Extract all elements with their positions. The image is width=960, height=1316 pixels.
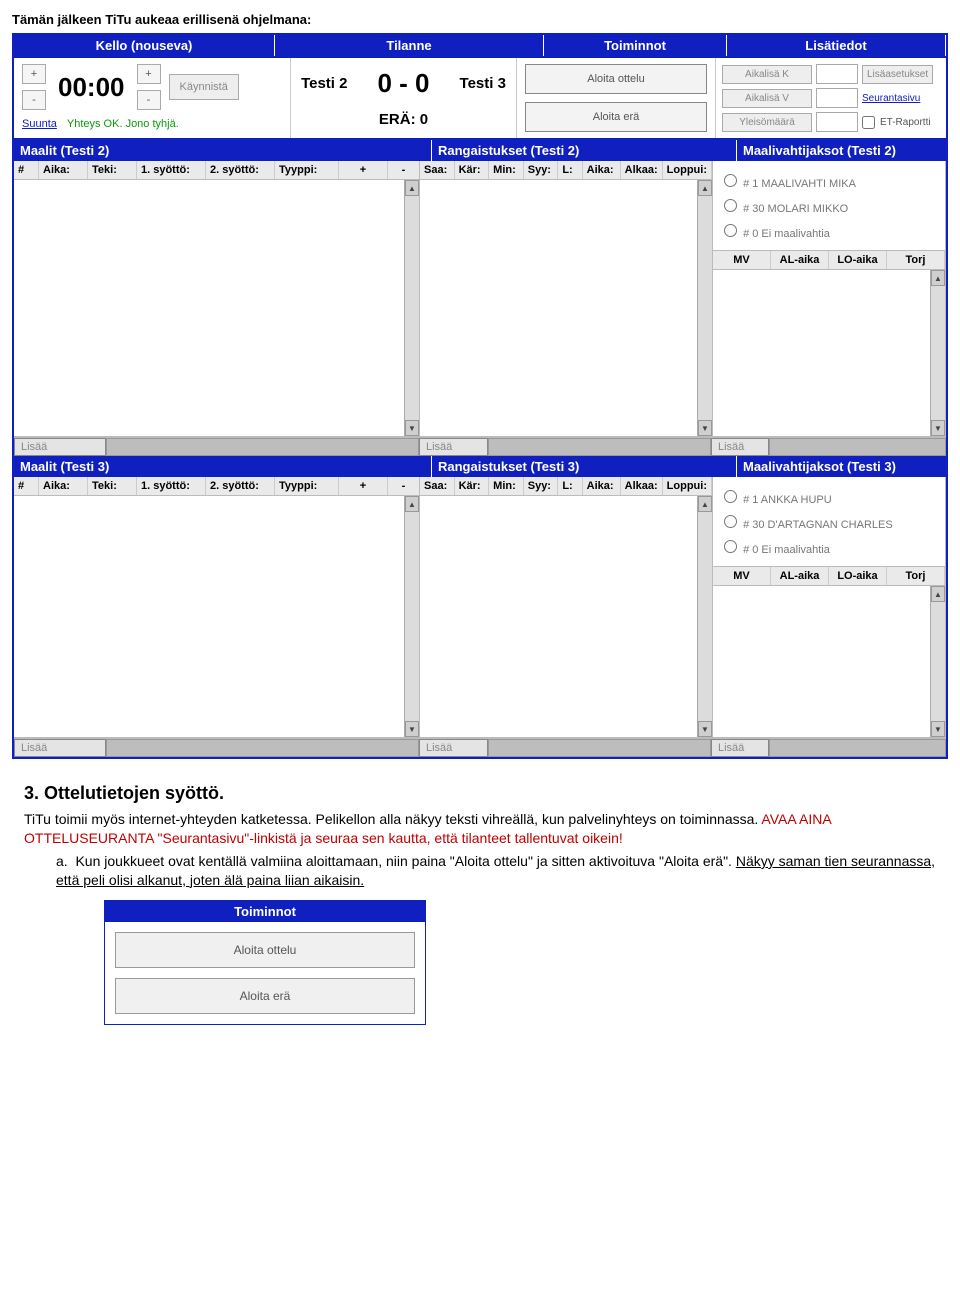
section-3-paragraph: TiTu toimii myös internet-yhteyden katke… xyxy=(24,810,936,848)
scrollbar[interactable]: ▲▼ xyxy=(697,180,712,436)
add-goal-team2-button[interactable]: Lisää xyxy=(14,438,106,456)
clock-panel: + - 00:00 + - Käynnistä Suunta Yhteys OK… xyxy=(14,58,291,138)
attendance-button[interactable]: Yleisömäärä xyxy=(722,113,812,132)
connection-status: Yhteys OK. Jono tyhjä. xyxy=(67,118,179,130)
scrollbar[interactable]: ▲▼ xyxy=(930,270,945,436)
tracking-link[interactable]: Seurantasivu xyxy=(862,93,920,104)
gk-title-team2: Maalivahtijaksot (Testi 2) xyxy=(737,140,946,161)
gk-option[interactable]: # 1 ANKKA HUPU xyxy=(719,487,939,506)
second-minus-button[interactable]: - xyxy=(137,90,161,110)
start-period-button[interactable]: Aloita erä xyxy=(525,102,707,132)
direction-link[interactable]: Suunta xyxy=(22,118,57,130)
attendance-value[interactable] xyxy=(816,112,858,132)
add-gk-team3-button[interactable]: Lisää xyxy=(711,739,769,757)
sub-item-a: a. Kun joukkueet ovat kentällä valmiina … xyxy=(56,852,936,890)
penalties-grid-team3: Saa: Kär: Min: Syy: L: Aika: Alkaa: Lopp… xyxy=(420,477,713,737)
scrollbar[interactable]: ▲▼ xyxy=(404,496,419,737)
penalties-grid-team2: Saa: Kär: Min: Syy: L: Aika: Alkaa: Lopp… xyxy=(420,161,713,436)
add-goal-team3-button[interactable]: Lisää xyxy=(14,739,106,757)
gk-grid-team3: # 1 ANKKA HUPU # 30 D'ARTAGNAN CHARLES #… xyxy=(713,477,946,737)
info-panel: Aikalisä K Lisäasetukset Aikalisä V Seur… xyxy=(716,58,946,138)
timeout-home-button[interactable]: Aikalisä K xyxy=(722,65,812,84)
penalties-title-team2: Rangaistukset (Testi 2) xyxy=(432,140,737,161)
scrollbar[interactable]: ▲▼ xyxy=(404,180,419,436)
actions-panel: Aloita ottelu Aloita erä xyxy=(517,58,716,138)
goals-title-team2: Maalit (Testi 2) xyxy=(14,140,432,161)
timeout-away-value[interactable] xyxy=(816,88,858,108)
start-clock-button[interactable]: Käynnistä xyxy=(169,74,239,100)
gk-option[interactable]: # 30 D'ARTAGNAN CHARLES xyxy=(719,512,939,531)
scrollbar[interactable]: ▲▼ xyxy=(697,496,712,737)
gk-option[interactable]: # 1 MAALIVAHTI MIKA xyxy=(719,171,939,190)
intro-text: Tämän jälkeen TiTu aukeaa erillisenä ohj… xyxy=(12,12,948,27)
score: 0 - 0 xyxy=(377,68,429,99)
section-3: 3. Ottelutietojen syöttö. TiTu toimii my… xyxy=(12,783,948,1025)
away-team: Testi 3 xyxy=(460,75,506,92)
timeout-away-button[interactable]: Aikalisä V xyxy=(722,89,812,108)
gk-option[interactable]: # 0 Ei maalivahtia xyxy=(719,221,939,240)
header-actions: Toiminnot xyxy=(544,35,727,56)
header-situation: Tilanne xyxy=(275,35,544,56)
et-report-checkbox[interactable]: ET-Raportti xyxy=(862,116,931,129)
mini-start-match-button[interactable]: Aloita ottelu xyxy=(115,932,415,968)
home-team: Testi 2 xyxy=(301,75,347,92)
goals-grid-team3: # Aika: Teki: 1. syöttö: 2. syöttö: Tyyp… xyxy=(14,477,420,737)
gk-title-team3: Maalivahtijaksot (Testi 3) xyxy=(737,456,946,477)
gk-option[interactable]: # 0 Ei maalivahtia xyxy=(719,537,939,556)
mini-header: Toiminnot xyxy=(105,901,425,922)
add-gk-team2-button[interactable]: Lisää xyxy=(711,438,769,456)
timeout-home-value[interactable] xyxy=(816,64,858,84)
header-info: Lisätiedot xyxy=(727,35,946,56)
minute-minus-button[interactable]: - xyxy=(22,90,46,110)
scrollbar[interactable]: ▲▼ xyxy=(930,586,945,737)
header-clock: Kello (nouseva) xyxy=(14,35,275,56)
mini-start-period-button[interactable]: Aloita erä xyxy=(115,978,415,1014)
mini-actions-panel: Toiminnot Aloita ottelu Aloita erä xyxy=(104,900,426,1025)
gk-grid-team2: # 1 MAALIVAHTI MIKA # 30 MOLARI MIKKO # … xyxy=(713,161,946,436)
period-label: ERÄ: 0 xyxy=(301,111,506,128)
gk-option[interactable]: # 30 MOLARI MIKKO xyxy=(719,196,939,215)
titu-app-window: Kello (nouseva) Tilanne Toiminnot Lisäti… xyxy=(12,33,948,759)
second-plus-button[interactable]: + xyxy=(137,64,161,84)
add-penalty-team3-button[interactable]: Lisää xyxy=(419,739,488,757)
goals-grid-team2: # Aika: Teki: 1. syöttö: 2. syöttö: Tyyp… xyxy=(14,161,420,436)
start-match-button[interactable]: Aloita ottelu xyxy=(525,64,707,94)
goals-title-team3: Maalit (Testi 3) xyxy=(14,456,432,477)
situation-panel: Testi 2 0 - 0 Testi 3 ERÄ: 0 xyxy=(291,58,517,138)
clock-time: 00:00 xyxy=(54,72,129,103)
minute-plus-button[interactable]: + xyxy=(22,64,46,84)
penalties-title-team3: Rangaistukset (Testi 3) xyxy=(432,456,737,477)
add-penalty-team2-button[interactable]: Lisää xyxy=(419,438,488,456)
extra-settings-button[interactable]: Lisäasetukset xyxy=(862,65,933,84)
section-3-title: 3. Ottelutietojen syöttö. xyxy=(24,783,936,804)
